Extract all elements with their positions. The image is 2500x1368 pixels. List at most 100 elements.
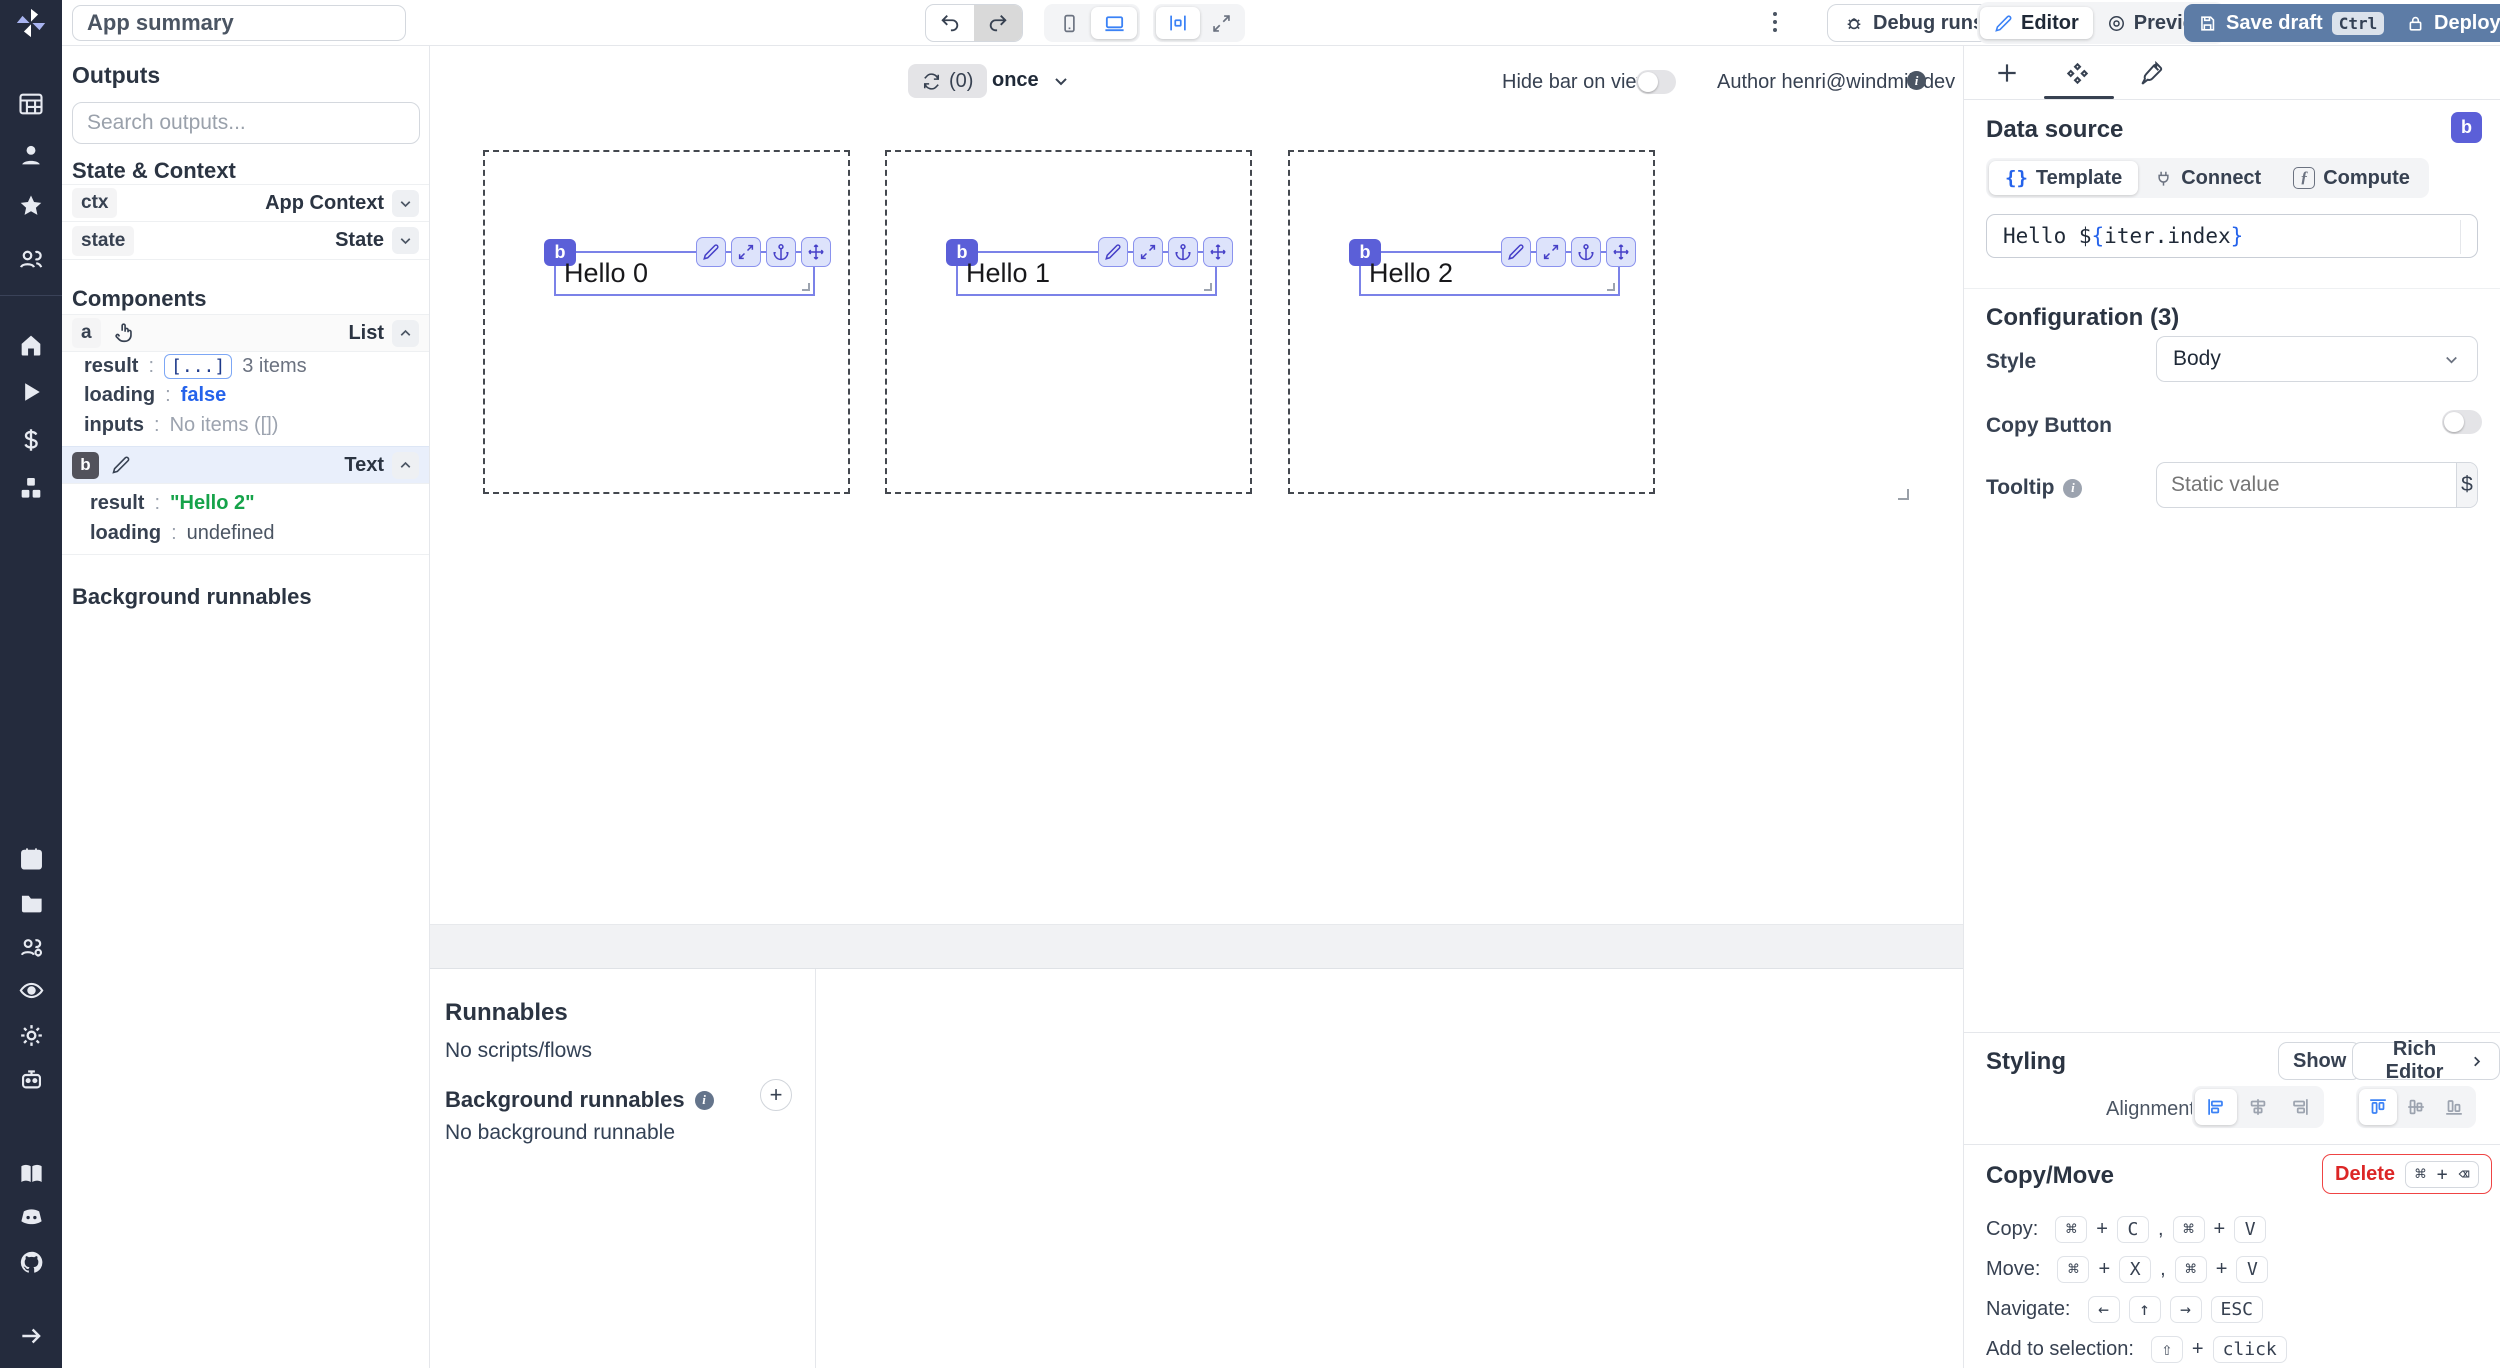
chevron-down-icon[interactable] [392,189,419,217]
edit-pencil-icon[interactable] [1098,237,1128,267]
editor-tab[interactable]: Editor [1980,7,2093,39]
schedule-dropdown[interactable]: once [992,69,1071,92]
users-icon[interactable] [0,242,62,276]
pencil-icon[interactable] [111,455,131,475]
connect-label: Connect [2181,166,2262,189]
add-background-runnable-button[interactable]: + [760,1079,792,1111]
shortcut-row: Navigate: ← ↑ → ESC [1986,1294,2287,1324]
text-component-value[interactable]: Hello 2 [1369,258,1453,289]
resize-handle[interactable] [1204,283,1212,291]
selected-text-component[interactable]: b Hello 0 [544,237,831,296]
copy-button-toggle[interactable] [2442,410,2482,434]
compute-tab[interactable]: ƒ Compute [2277,161,2426,195]
home-icon[interactable] [0,328,62,362]
runs-play-icon[interactable] [0,375,62,409]
connect-tab[interactable]: Connect [2138,161,2277,195]
more-menu-icon[interactable] [1773,12,1777,32]
hide-bar-toggle[interactable] [1636,70,1676,94]
collapse-arrow-icon[interactable] [0,1319,62,1353]
styling-brush-tab[interactable] [2134,56,2168,90]
resources-cubes-icon[interactable] [0,471,62,505]
resize-handle[interactable] [802,283,810,291]
align-left-icon[interactable] [2195,1089,2237,1125]
align-middle-icon[interactable] [2397,1089,2435,1125]
apps-icon[interactable] [0,87,62,121]
star-icon[interactable] [0,189,62,223]
center-content-button[interactable] [1156,7,1200,39]
template-input[interactable]: Hello ${iter.index} [1986,214,2478,258]
settings-gear-icon[interactable] [0,1018,62,1052]
align-bottom-icon[interactable] [2435,1089,2473,1125]
rich-editor-button[interactable]: Rich Editor [2352,1038,2500,1083]
workers-icon[interactable] [0,930,62,964]
text-component[interactable]: b Hello 1 [946,237,1233,296]
user-icon[interactable] [0,138,62,172]
text-component[interactable]: b Hello 2 [1349,237,1636,296]
windmill-logo[interactable] [0,6,62,40]
robot-icon[interactable] [0,1062,62,1096]
text-component-value[interactable]: Hello 1 [966,258,1050,289]
fullscreen-button[interactable] [1200,7,1242,39]
component-settings-tab[interactable] [2060,56,2094,90]
variables-dollar-icon[interactable] [0,423,62,457]
key: result [84,355,139,377]
mobile-view-button[interactable] [1047,7,1091,39]
docs-book-icon[interactable] [0,1156,62,1190]
template-tab[interactable]: {} Template [1989,161,2139,195]
chevron-up-icon[interactable] [392,319,419,347]
edit-pencil-icon[interactable] [1501,237,1531,267]
schedules-calendar-icon[interactable] [0,841,62,875]
search-outputs-input[interactable] [72,102,420,144]
info-icon[interactable]: i [694,1090,714,1110]
align-center-h-icon[interactable] [2237,1089,2279,1125]
style-select[interactable]: Body [2156,336,2478,382]
discord-icon[interactable] [0,1200,62,1234]
resize-handle[interactable] [1607,283,1615,291]
app-summary-input[interactable] [72,5,406,41]
connect-dollar-button[interactable]: $ [2456,463,2477,507]
move-icon[interactable] [801,237,831,267]
move-icon[interactable] [1606,237,1636,267]
list-item[interactable]: b Hello 1 [885,150,1252,494]
insert-component-tab[interactable] [1990,56,2024,90]
redo-button[interactable] [974,5,1022,41]
folders-icon[interactable] [0,885,62,919]
chevron-up-icon[interactable] [392,451,419,479]
a-result-row[interactable]: result : [...] 3 items [84,354,307,379]
anchor-icon[interactable] [1571,237,1601,267]
github-icon[interactable] [0,1245,62,1279]
list-resize-handle[interactable] [1898,489,1909,500]
list-item[interactable]: b Hello 2 [1288,150,1655,494]
component-a-row[interactable]: a List [62,314,429,352]
tooltip-input[interactable] [2157,473,2456,497]
list-item[interactable]: b Hello 0 [483,150,850,494]
component-b-row[interactable]: b Text [62,446,429,484]
author-info-icon[interactable]: i [1907,71,1926,90]
desktop-view-button[interactable] [1091,7,1137,39]
edit-pencil-icon[interactable] [696,237,726,267]
anchor-icon[interactable] [766,237,796,267]
align-top-icon[interactable] [2359,1089,2397,1125]
audit-eye-icon[interactable] [0,973,62,1007]
expand-icon[interactable] [1536,237,1566,267]
chevron-down-icon[interactable] [392,227,419,254]
info-icon[interactable]: i [2063,478,2083,498]
kbd-key: ← [2087,1295,2120,1323]
kbd-key: ⌘ [2172,1215,2205,1243]
refresh-runs-button[interactable]: (0) [908,64,988,98]
expand-icon[interactable] [1133,237,1163,267]
array-pill[interactable]: [...] [164,354,233,379]
text-component-value[interactable]: Hello 0 [564,258,648,289]
move-icon[interactable] [1203,237,1233,267]
debug-runs-button[interactable]: Debug runs [1827,4,2002,42]
deploy-button[interactable]: Deploy [2392,4,2500,42]
delete-button[interactable]: Delete ⌘ + ⌫ [2322,1154,2493,1194]
ctx-row[interactable]: ctx App Context [62,184,429,222]
state-row[interactable]: state State [62,222,429,260]
component-a-id: a [72,318,101,348]
show-styling-button[interactable]: Show [2278,1042,2362,1080]
anchor-icon[interactable] [1168,237,1198,267]
align-right-icon[interactable] [2279,1089,2321,1125]
undo-button[interactable] [926,5,974,41]
expand-icon[interactable] [731,237,761,267]
